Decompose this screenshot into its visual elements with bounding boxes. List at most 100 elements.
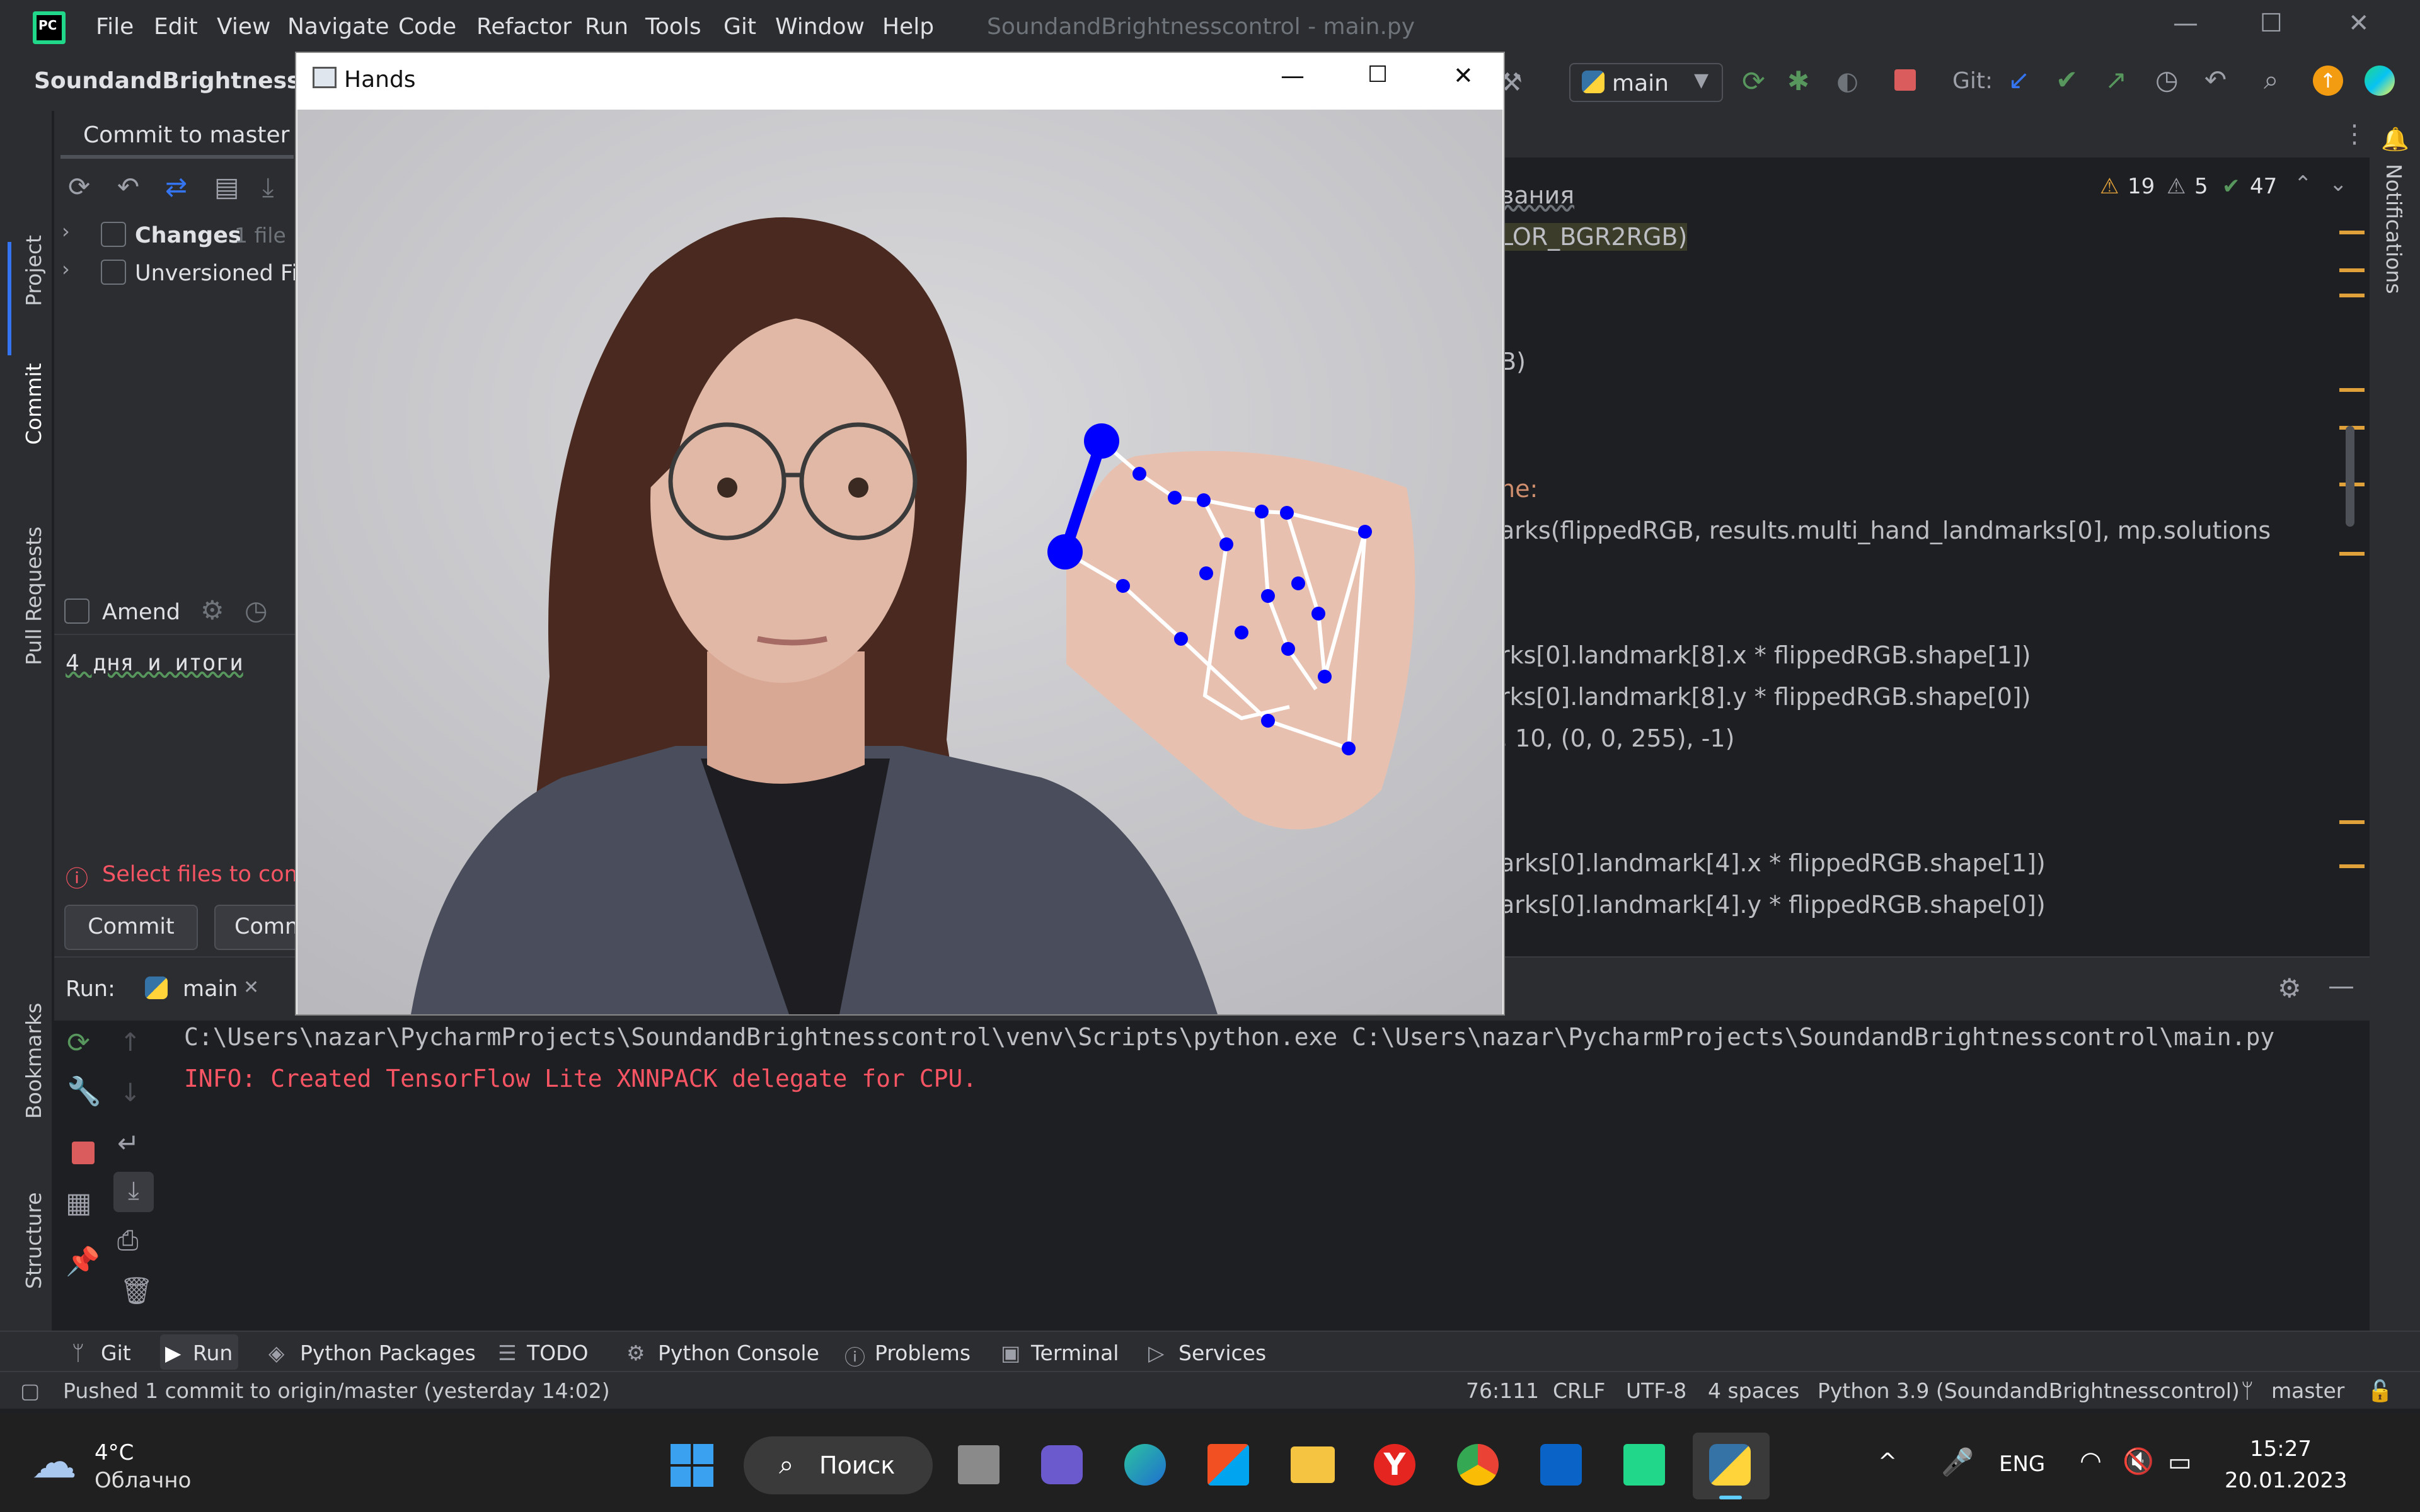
yandex-browser-icon[interactable]: Y xyxy=(1374,1444,1415,1486)
shelve-icon[interactable]: ▤ xyxy=(214,171,239,202)
tool-tab-pull-requests[interactable]: Pull Requests xyxy=(21,527,46,665)
pin-icon[interactable]: 📌 xyxy=(66,1245,100,1278)
git-branch[interactable]: master xyxy=(2271,1378,2344,1403)
tool-tab-bookmarks[interactable]: Bookmarks xyxy=(21,1003,46,1119)
bottom-tab-git[interactable]: Git xyxy=(101,1341,131,1365)
status-message[interactable]: Pushed 1 commit to origin/master (yester… xyxy=(63,1378,610,1403)
search-icon[interactable]: ⌕ xyxy=(2264,64,2279,96)
rerun-icon[interactable]: ⟳ xyxy=(67,1027,90,1059)
python-app-icon[interactable] xyxy=(1709,1444,1751,1486)
speaker-muted-icon[interactable]: 🔇 xyxy=(2123,1446,2154,1476)
input-language[interactable]: ENG xyxy=(1999,1452,2045,1477)
menu-navigate[interactable]: Navigate xyxy=(287,14,389,40)
menu-code[interactable]: Code xyxy=(398,14,456,40)
expand-chevron-icon[interactable]: › xyxy=(62,219,70,243)
commit-button[interactable]: Commit xyxy=(64,905,198,950)
code-editor[interactable]: ⋮ ⚠ 19 ⚠ 5 ✔ 47 ⌃ ⌄ вания LOR_BGR2RGB) B… xyxy=(1500,111,2370,921)
taskbar-search[interactable]: ⌕ Поиск xyxy=(744,1436,933,1494)
tool-tab-project[interactable]: Project xyxy=(21,235,46,306)
menu-window[interactable]: Window xyxy=(775,14,865,40)
ms-store-icon[interactable] xyxy=(1207,1444,1249,1486)
layout-icon[interactable]: ▦ xyxy=(66,1187,92,1219)
menu-edit[interactable]: Edit xyxy=(154,14,198,40)
download-icon[interactable]: ⤓ xyxy=(262,171,274,203)
bottom-tab-todo[interactable]: TODO xyxy=(527,1341,589,1365)
bottom-tab-terminal[interactable]: Terminal xyxy=(1031,1341,1119,1365)
amend-checkbox[interactable] xyxy=(64,598,89,624)
diff-arrows-icon[interactable]: ⇄ xyxy=(165,171,187,202)
edge-browser-icon[interactable] xyxy=(1124,1444,1166,1486)
scroll-to-end-icon[interactable]: ⤓ xyxy=(113,1172,154,1212)
prev-highlight-icon[interactable]: ⌃ xyxy=(2294,171,2312,197)
file-encoding[interactable]: UTF-8 xyxy=(1626,1378,1686,1403)
wifi-icon[interactable]: ◠ xyxy=(2080,1446,2102,1475)
jetbrains-ai-icon[interactable] xyxy=(2365,66,2395,96)
task-view-icon[interactable] xyxy=(958,1445,1000,1484)
tray-chevron-up-icon[interactable]: ^ xyxy=(1878,1449,1897,1475)
editor-scrollbar-thumb[interactable] xyxy=(2346,426,2354,527)
hands-minimize-icon[interactable]: — xyxy=(1281,62,1305,89)
git-push-icon[interactable]: ↗ xyxy=(2105,64,2127,95)
line-separator[interactable]: CRLF xyxy=(1553,1378,1605,1403)
history-clock-icon[interactable]: ◷ xyxy=(2155,64,2179,95)
weak-warning-icon[interactable]: ⚠ xyxy=(2167,174,2186,199)
stop-icon[interactable] xyxy=(72,1142,95,1164)
maximize-icon[interactable]: ☐ xyxy=(2260,9,2283,38)
scroll-down-icon[interactable]: ↓ xyxy=(120,1079,141,1108)
hands-window[interactable]: Hands — ☐ ✕ xyxy=(295,52,1505,1016)
battery-icon[interactable]: ▭ xyxy=(2168,1448,2192,1477)
settings-gear-icon[interactable]: ⚙ xyxy=(2278,973,2302,1004)
outlook-icon[interactable] xyxy=(1540,1444,1582,1486)
clock-time[interactable]: 15:27 xyxy=(2250,1436,2312,1462)
debug-bug-icon[interactable]: ✱ xyxy=(1787,66,1809,96)
weather-desc[interactable]: Облачно xyxy=(95,1468,191,1493)
hide-panel-icon[interactable]: — xyxy=(2328,970,2354,1001)
expand-chevron-icon-2[interactable]: › xyxy=(62,257,70,281)
rerun-icon[interactable]: ⟳ xyxy=(1742,66,1765,98)
status-panel-icon[interactable]: ▢ xyxy=(20,1378,40,1403)
notifications-bell-icon[interactable]: 🔔 xyxy=(2381,126,2409,152)
tool-tab-structure[interactable]: Structure xyxy=(21,1192,46,1289)
file-explorer-icon[interactable] xyxy=(1291,1446,1335,1483)
run-tab-main[interactable]: main xyxy=(183,976,238,1002)
gear-icon[interactable]: ⚙ xyxy=(200,595,224,626)
hands-close-icon[interactable]: ✕ xyxy=(1453,62,1473,89)
tool-tab-notifications[interactable]: Notifications xyxy=(2382,164,2406,294)
changes-checkbox[interactable] xyxy=(101,222,126,247)
more-options-icon[interactable]: ⋮ xyxy=(2342,120,2367,149)
refresh-icon[interactable]: ⟳ xyxy=(68,171,90,202)
menu-tools[interactable]: Tools xyxy=(645,14,701,40)
microphone-icon[interactable]: 🎤 xyxy=(1941,1446,1974,1478)
close-icon[interactable]: ✕ xyxy=(2348,9,2370,38)
close-tab-icon[interactable]: ✕ xyxy=(243,976,259,999)
ok-check-icon[interactable]: ✔ xyxy=(2222,174,2240,199)
python-interpreter[interactable]: Python 3.9 (SoundandBrightnesscontrol) xyxy=(1818,1378,2240,1403)
bottom-tab-python-console[interactable]: Python Console xyxy=(658,1341,819,1365)
chrome-icon[interactable] xyxy=(1457,1444,1499,1486)
bottom-tab-python-packages[interactable]: Python Packages xyxy=(300,1341,476,1365)
bottom-tab-problems[interactable]: Problems xyxy=(875,1341,971,1365)
clock-icon[interactable]: ◷ xyxy=(245,595,268,626)
hands-maximize-icon[interactable]: ☐ xyxy=(1368,62,1388,88)
menu-file[interactable]: File xyxy=(96,14,134,40)
git-update-icon[interactable]: ↙ xyxy=(2008,64,2030,95)
commit-tab-title[interactable]: Commit to master xyxy=(83,122,289,148)
caret-position[interactable]: 76:111 xyxy=(1466,1378,1539,1403)
bottom-tab-services[interactable]: Services xyxy=(1178,1341,1266,1365)
git-commit-check-icon[interactable]: ✔ xyxy=(2056,64,2078,95)
lock-icon[interactable]: 🔓 xyxy=(2367,1378,2393,1404)
minimize-icon[interactable]: — xyxy=(2173,9,2198,38)
teams-chat-icon[interactable] xyxy=(1041,1445,1083,1484)
clock-date[interactable]: 20.01.2023 xyxy=(2225,1468,2348,1493)
pycharm-taskbar-icon[interactable] xyxy=(1623,1444,1665,1486)
indent-setting[interactable]: 4 spaces xyxy=(1708,1378,1800,1403)
updates-icon[interactable]: ↑ xyxy=(2313,66,2343,96)
stop-icon[interactable] xyxy=(1894,69,1916,91)
weather-temp[interactable]: 4°C xyxy=(95,1440,134,1465)
menu-run[interactable]: Run xyxy=(585,14,628,40)
tool-tab-commit[interactable]: Commit xyxy=(21,363,46,445)
wrench-icon[interactable]: 🔧 xyxy=(67,1075,101,1108)
rollback-icon[interactable]: ↶ xyxy=(2204,64,2227,95)
windows-start-icon[interactable] xyxy=(671,1444,713,1487)
menu-refactor[interactable]: Refactor xyxy=(476,14,572,40)
